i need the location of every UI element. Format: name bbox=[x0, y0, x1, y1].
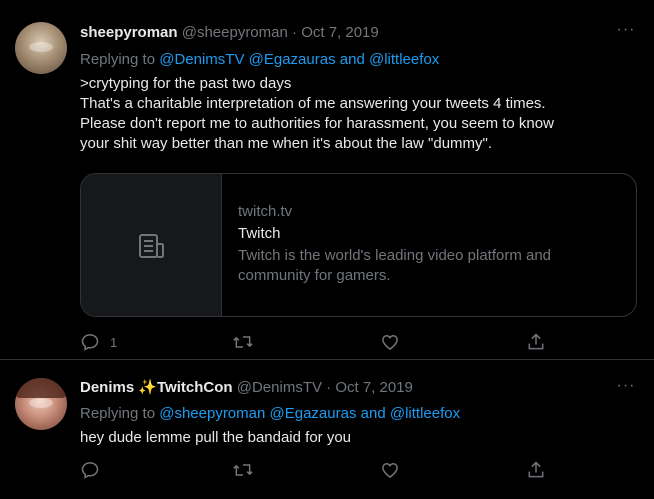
replying-prefix: Replying to bbox=[80, 405, 156, 422]
replying-prefix: Replying to bbox=[80, 51, 156, 68]
tweet-header: Denims ✨TwitchCon @DenimsTV · Oct 7, 201… bbox=[80, 378, 413, 398]
like-button[interactable] bbox=[380, 330, 410, 354]
heart-icon bbox=[382, 334, 398, 350]
card-title: Twitch bbox=[238, 225, 281, 242]
tweet-text-line: your shit way better than me when it's a… bbox=[80, 135, 493, 152]
reply-count: 1 bbox=[110, 334, 118, 350]
retweet-button[interactable] bbox=[232, 330, 264, 354]
reply-button[interactable]: 1 bbox=[80, 330, 117, 354]
card-text: twitch.tv Twitch Twitch is the world's l… bbox=[238, 202, 618, 286]
display-name[interactable]: Denims ✨TwitchCon bbox=[80, 379, 233, 396]
handle[interactable]: @sheepyroman bbox=[182, 24, 288, 41]
handle[interactable]: @DenimsTV bbox=[237, 379, 322, 396]
retweet-icon bbox=[233, 464, 253, 476]
mention-and[interactable]: and bbox=[361, 405, 386, 422]
avatar[interactable] bbox=[15, 378, 67, 430]
avatar-face bbox=[29, 42, 53, 52]
link-card[interactable]: twitch.tv Twitch Twitch is the world's l… bbox=[80, 173, 637, 317]
separator: · bbox=[326, 379, 332, 396]
more-options-icon[interactable]: ··· bbox=[616, 378, 636, 400]
reply-icon bbox=[81, 462, 99, 479]
share-icon bbox=[528, 461, 544, 478]
tweet-header: sheepyroman @sheepyroman · Oct 7, 2019 bbox=[80, 23, 379, 43]
mention-link[interactable]: @littleefox bbox=[390, 405, 460, 422]
avatar-face bbox=[29, 398, 53, 408]
replying-to: Replying to @DenimsTV @Egazauras and @li… bbox=[80, 50, 439, 70]
replying-to: Replying to @sheepyroman @Egazauras and … bbox=[80, 404, 460, 424]
card-domain: twitch.tv bbox=[238, 203, 293, 220]
mention-link[interactable]: @DenimsTV bbox=[159, 51, 244, 68]
document-icon bbox=[139, 234, 164, 258]
tweet-text-line: Please don't report me to authorities fo… bbox=[80, 115, 554, 132]
mention-link[interactable]: @Egazauras bbox=[249, 51, 336, 68]
share-button[interactable] bbox=[526, 330, 546, 354]
tweet-text: >crytyping for the past two days That's … bbox=[80, 74, 640, 154]
retweet-button[interactable] bbox=[232, 458, 264, 482]
avatar[interactable] bbox=[15, 22, 67, 74]
card-thumbnail bbox=[81, 174, 222, 316]
more-options-icon[interactable]: ··· bbox=[616, 22, 636, 44]
card-description: Twitch is the world's leading video plat… bbox=[238, 247, 552, 284]
display-name[interactable]: sheepyroman bbox=[80, 24, 178, 41]
avatar-hair bbox=[15, 378, 67, 398]
tweet-text-line: >crytyping for the past two days bbox=[80, 75, 292, 92]
tweet-actions bbox=[80, 458, 550, 482]
mention-link[interactable]: @sheepyroman bbox=[159, 405, 265, 422]
tweet-date[interactable]: Oct 7, 2019 bbox=[335, 379, 413, 396]
heart-icon bbox=[382, 462, 398, 478]
share-icon bbox=[528, 333, 544, 350]
mention-link[interactable]: @Egazauras bbox=[270, 405, 357, 422]
mention-and[interactable]: and bbox=[340, 51, 365, 68]
tweet-actions: 1 bbox=[80, 330, 550, 354]
tweet-text-line: That's a charitable interpretation of me… bbox=[80, 95, 546, 112]
reply-icon bbox=[81, 334, 99, 351]
share-button[interactable] bbox=[526, 458, 546, 482]
tweet-text: hey dude lemme pull the bandaid for you bbox=[80, 429, 352, 446]
like-button[interactable] bbox=[380, 458, 410, 482]
reply-button[interactable] bbox=[80, 458, 110, 482]
tweet-date[interactable]: Oct 7, 2019 bbox=[301, 24, 379, 41]
retweet-icon bbox=[233, 336, 253, 348]
mention-link[interactable]: @littleefox bbox=[369, 51, 439, 68]
separator: · bbox=[292, 24, 298, 41]
